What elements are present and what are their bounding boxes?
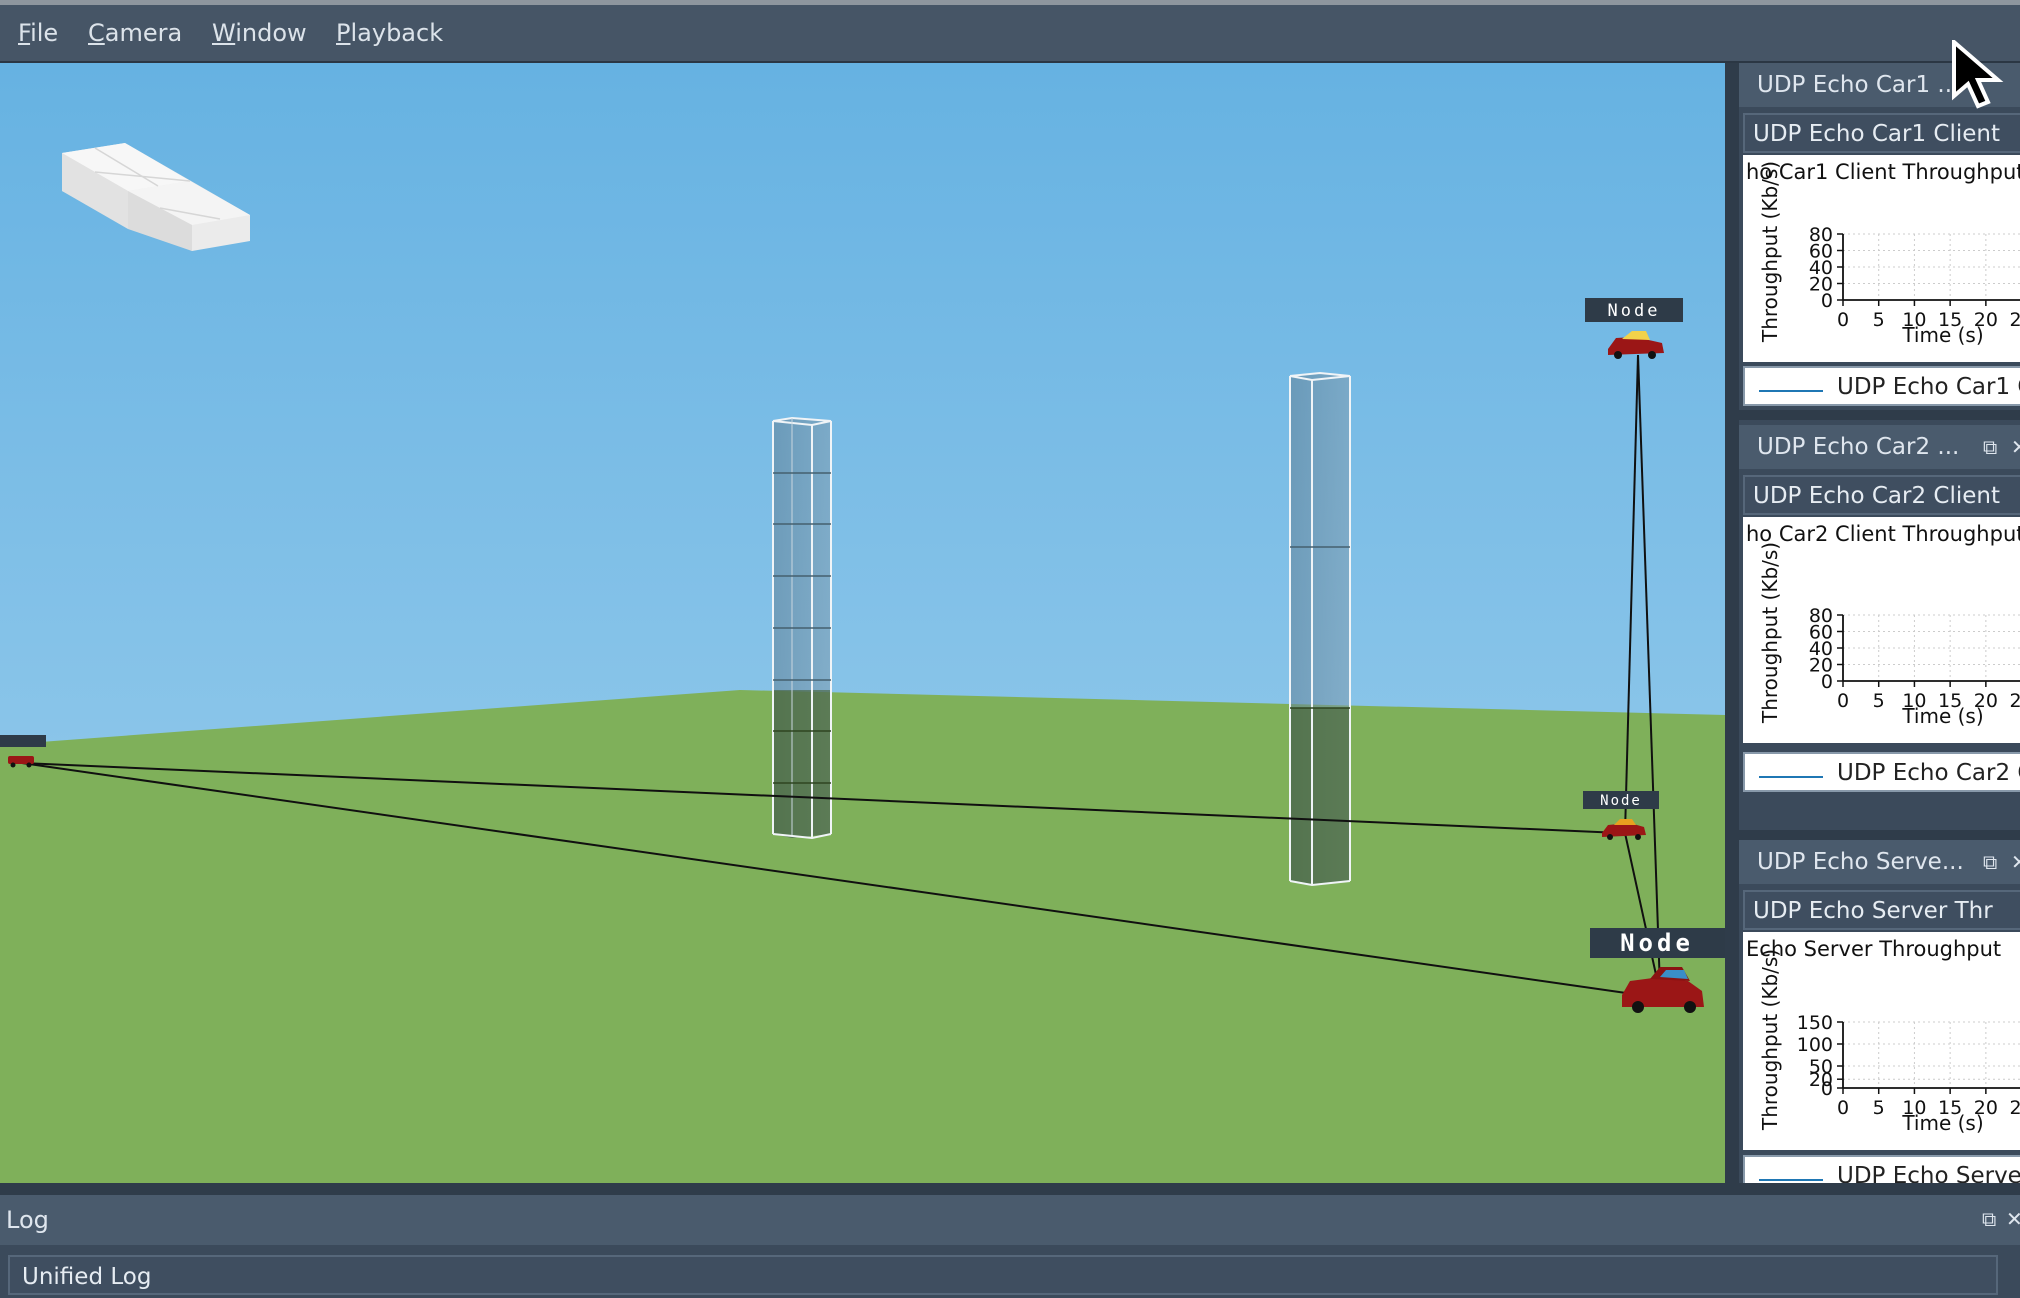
- panel-title[interactable]: UDP Echo Serve...: [1739, 840, 2020, 884]
- mouse-cursor-icon: [1952, 40, 2004, 109]
- axis-label-y: Throughput (Kb/s): [1758, 542, 1782, 724]
- tick-label-y: 100: [1797, 1034, 1833, 1056]
- close-icon[interactable]: ✕: [2011, 850, 2020, 874]
- chart-car1: ho Car1 Client Throughput Throughput (Kb/…: [1743, 155, 2020, 362]
- float-icon[interactable]: ⧉: [1982, 1207, 2006, 1231]
- panel-tab[interactable]: UDP Echo Car2 Client: [1743, 475, 2020, 515]
- chart-svg-car1: ho Car1 Client ThroughputThroughput (Kb/…: [1746, 160, 2020, 347]
- float-icon[interactable]: ⧉: [1983, 850, 2007, 874]
- legend-line-swatch: [1759, 390, 1823, 392]
- chart-car2: ho Car2 Client Throughput Throughput (Kb/…: [1743, 517, 2020, 743]
- chart-title: ho Car2 Client Throughput: [1746, 522, 2020, 546]
- node-label: Node: [1608, 301, 1661, 321]
- tick-label-x: 15: [1938, 690, 1962, 712]
- float-icon[interactable]: ⧉: [1983, 435, 2007, 459]
- panel-tab[interactable]: UDP Echo Car1 Client: [1743, 113, 2020, 153]
- panel-title[interactable]: UDP Echo Car2 ...: [1739, 425, 2020, 469]
- tick-label-x: 5: [1873, 309, 1885, 331]
- chart-server: Echo Server Throughput Throughput (Kb/s) T…: [1743, 932, 2020, 1150]
- node-label: Node: [1620, 929, 1694, 957]
- tick-label-x: 5: [1873, 690, 1885, 712]
- tick-label-y: 50: [1809, 1056, 1833, 1078]
- legend-box: UDP Echo Server: [1743, 1155, 2020, 1183]
- chart-svg-car2: ho Car2 Client ThroughputThroughput (Kb/…: [1746, 522, 2020, 728]
- tick-label-x: 25: [2009, 1097, 2020, 1119]
- tick-label-x: 5: [1873, 1097, 1885, 1119]
- legend-text: UDP Echo Server: [1837, 1163, 2020, 1183]
- scene-viewport[interactable]: Node Node Node: [0, 63, 1725, 1183]
- tick-label-x: 0: [1837, 309, 1849, 331]
- legend-line-swatch: [1759, 1179, 1823, 1181]
- tick-label-x: 25: [2009, 690, 2020, 712]
- close-icon[interactable]: ✕: [2006, 1207, 2020, 1231]
- tick-label-x: 20: [1974, 1097, 1998, 1119]
- horizontal-splitter[interactable]: [0, 1183, 2020, 1195]
- legend-box: UDP Echo Car2 Client: [1743, 752, 2020, 792]
- plots-dock: UDP Echo Car1 ... UDP Echo Car1 Client h…: [1739, 63, 2020, 1183]
- tick-label-x: 0: [1837, 1097, 1849, 1119]
- menu-window[interactable]: Window: [212, 15, 307, 51]
- tick-label-x: 25: [2009, 309, 2020, 331]
- ground-plane: [0, 690, 1725, 1183]
- close-icon[interactable]: ✕: [2011, 435, 2020, 459]
- plot-panel-car1: UDP Echo Car1 ... UDP Echo Car1 Client h…: [1739, 63, 2020, 418]
- chart-title: Echo Server Throughput: [1746, 937, 2001, 961]
- chart-svg-server: Echo Server ThroughputThroughput (Kb/s) T…: [1746, 937, 2020, 1135]
- vertical-splitter[interactable]: [1725, 63, 1739, 1183]
- panel-tab[interactable]: UDP Echo Server Thr: [1743, 890, 2020, 930]
- log-title[interactable]: Log: [0, 1195, 2020, 1245]
- tick-label-y: 80: [1809, 224, 1833, 246]
- building-tower-1: [772, 416, 832, 840]
- tick-label-x: 10: [1902, 309, 1926, 331]
- tick-label-x: 15: [1938, 1097, 1962, 1119]
- chart-title: ho Car1 Client Throughput: [1746, 160, 2020, 184]
- legend-text: UDP Echo Car1 Client: [1837, 374, 2020, 400]
- tick-label-y: 80: [1809, 605, 1833, 627]
- tick-label-x: 20: [1974, 309, 1998, 331]
- tick-label-x: 10: [1902, 690, 1926, 712]
- panel-separator: [1739, 830, 2020, 840]
- axis-label-y: Throughput (Kb/s): [1758, 949, 1782, 1131]
- tick-label-x: 0: [1837, 690, 1849, 712]
- menu-file[interactable]: File: [18, 15, 58, 51]
- building-tower-2: [1289, 371, 1351, 887]
- tick-label-x: 15: [1938, 309, 1962, 331]
- menu-camera[interactable]: Camera: [88, 15, 182, 51]
- scene-canvas: Node Node Node: [0, 63, 1725, 1183]
- menu-bar: File Camera Window Playback: [0, 5, 2020, 63]
- log-tab-unified[interactable]: Unified Log: [8, 1255, 1998, 1295]
- tick-label-x: 20: [1974, 690, 1998, 712]
- legend-box: UDP Echo Car1 Client: [1743, 366, 2020, 406]
- node-label: Node: [1600, 793, 1642, 809]
- plot-panel-car2: UDP Echo Car2 ... ⧉ ✕ UDP Echo Car2 Clie…: [1739, 425, 2020, 792]
- legend-text: UDP Echo Car2 Client: [1837, 760, 2020, 786]
- tick-label-y: 150: [1797, 1012, 1833, 1034]
- tick-label-x: 10: [1902, 1097, 1926, 1119]
- menu-playback[interactable]: Playback: [336, 15, 443, 51]
- log-dock: Log ⧉ ✕ Unified Log: [0, 1195, 2020, 1298]
- panel-separator: [1739, 410, 2020, 420]
- axis-label-y: Throughput (Kb/s): [1758, 161, 1782, 343]
- plot-panel-server: UDP Echo Serve... ⧉ ✕ UDP Echo Server Th…: [1739, 840, 2020, 1183]
- legend-line-swatch: [1759, 776, 1823, 778]
